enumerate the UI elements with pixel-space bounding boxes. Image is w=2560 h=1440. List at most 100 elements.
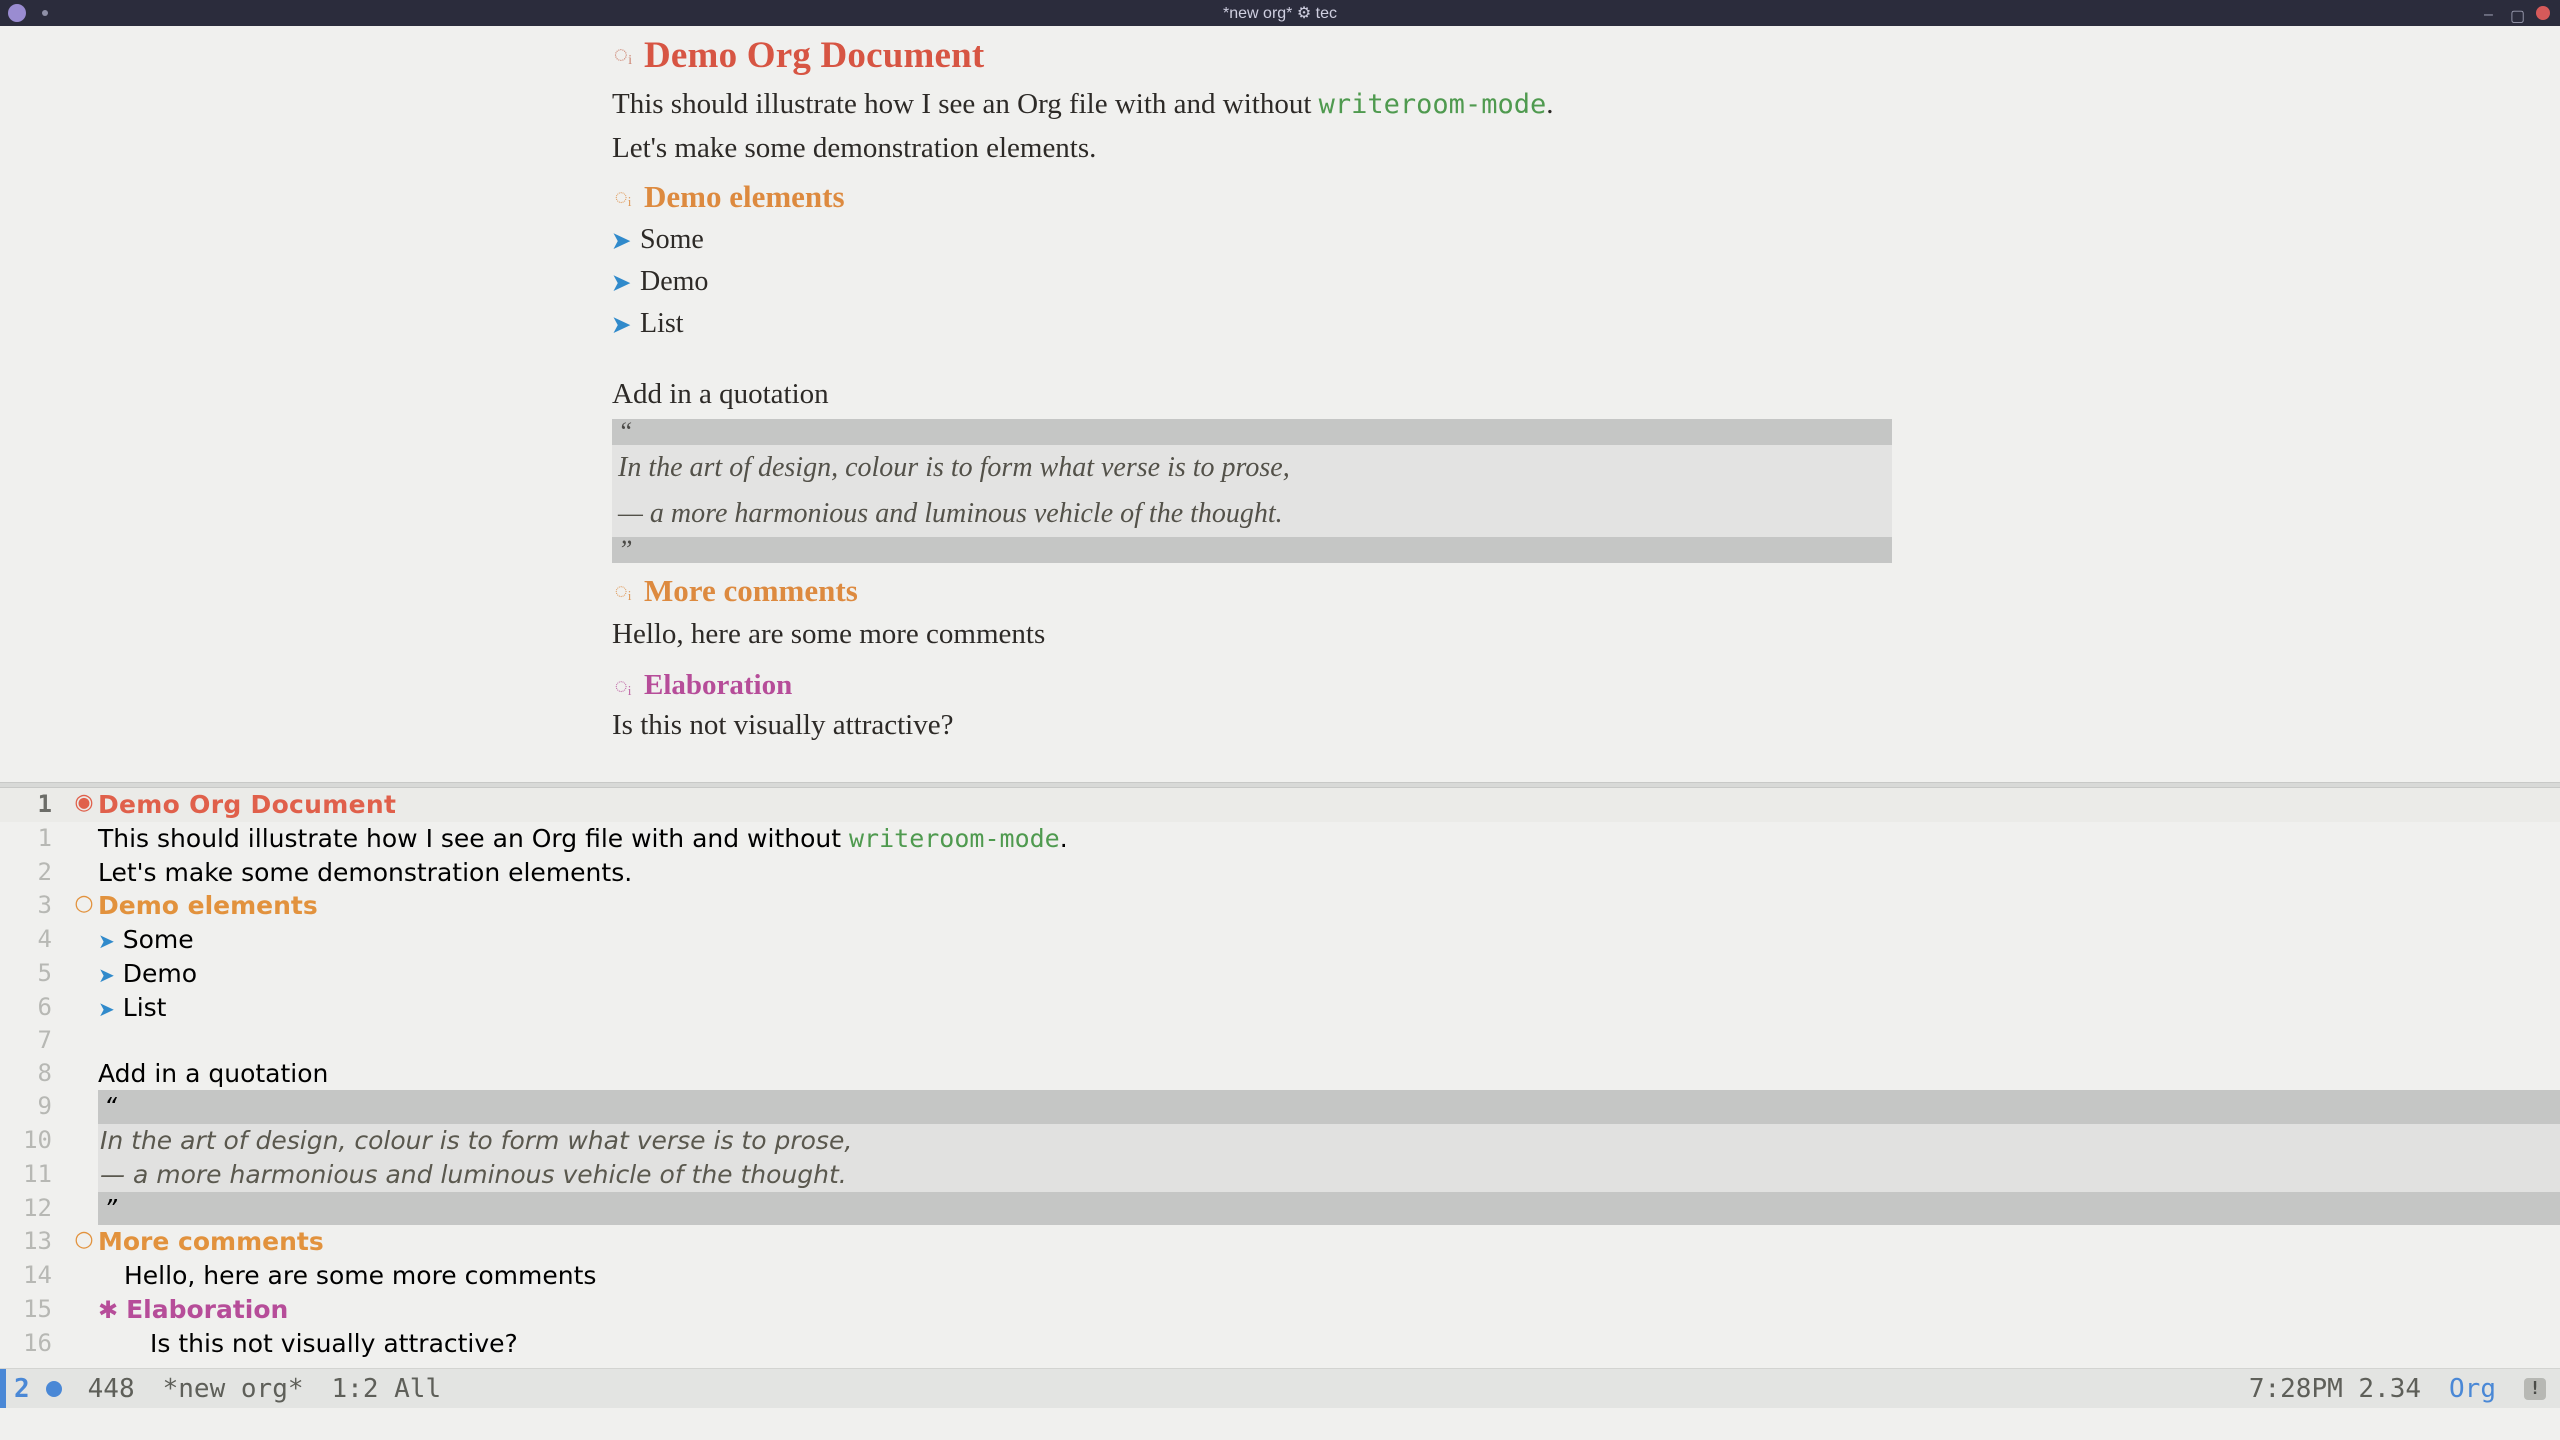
heading-1[interactable]: ◌ᵢ Demo Org Document [612,34,1892,77]
line-number: 1 [0,822,70,854]
list-item[interactable]: ➤List [612,303,1892,345]
minimize-button[interactable]: – [2484,6,2498,20]
window-titlebar: *new org* ⚙ tec – ▢ [0,0,2560,26]
window-title: *new org* ⚙ tec [0,3,2560,23]
modeline-position: 1:2 All [332,1374,442,1404]
emacs-app-icon [8,4,26,22]
modeline-time: 7:28PM 2.34 [2249,1374,2421,1404]
inline-code: writeroom-mode [1319,89,1547,120]
heading-2-text: Demo elements [644,179,845,215]
list-item-text: Some [640,219,704,261]
window-title-user: tec [1316,5,1337,22]
heading-2-text: More comments [644,573,858,609]
source-line[interactable]: 2 Let's make some demonstration elements… [0,856,2560,890]
line-number: 11 [0,1158,70,1190]
source-line[interactable]: 9 “ [0,1090,2560,1124]
line-number: 16 [0,1327,70,1359]
heading-2-bullet-icon: ◌ᵢ [612,184,634,210]
line-number: 10 [0,1124,70,1156]
heading-3-text: Elaboration [126,1295,288,1324]
source-line[interactable]: 13 ○ More comments [0,1225,2560,1259]
heading-3-elab[interactable]: ◌ᵢ Elaboration [612,669,1892,702]
line-content: Add in a quotation [98,1057,2560,1091]
line-content: This should illustrate how I see an Org … [98,822,2560,856]
intro-text-a: This should illustrate how I see an Org … [612,88,1319,120]
line-content: Let's make some demonstration elements. [98,856,2560,890]
quote-line-2: — a more harmonious and luminous vehicle… [612,491,1892,537]
heading-2-text: Demo elements [98,889,2560,923]
close-button[interactable] [2536,6,2550,20]
modeline-window-number: 2 [6,1374,46,1404]
heading-2-more[interactable]: ◌ᵢ More comments [612,573,1892,609]
modeline-buffer-name[interactable]: *new org* [163,1374,304,1404]
source-line[interactable]: 6 ➤List [0,991,2560,1025]
bullet-arrow-icon: ➤ [98,997,115,1021]
demo-list[interactable]: ➤ Some ➤ Demo ➤List [612,219,1892,345]
line-number: 13 [0,1225,70,1257]
elaboration-body[interactable]: Is this not visually attractive? [612,704,1892,746]
bullet-arrow-icon: ➤ [612,224,630,257]
line-content: Is this not visually attractive? [98,1327,2560,1361]
more-comments-body[interactable]: Hello, here are some more comments [612,613,1892,655]
heading-3-text: Elaboration [644,669,792,702]
line-number: 2 [0,856,70,888]
line-number: 12 [0,1192,70,1224]
modeline-major-mode[interactable]: Org [2449,1374,2496,1404]
line-number: 6 [0,991,70,1023]
source-line[interactable]: 16 Is this not visually attractive? [0,1327,2560,1361]
list-item-text: List [640,303,684,345]
inline-code: writeroom-mode [849,824,1060,853]
modeline[interactable]: 2 448 *new org* 1:2 All 7:28PM 2.34 Org … [0,1368,2560,1408]
paragraph-intro-2[interactable]: Let's make some demonstration elements. [612,127,1892,169]
heading-1-bullet-icon: ◌ᵢ [612,42,634,69]
writeroom-pane[interactable]: ◌ᵢ Demo Org Document This should illustr… [0,26,2560,782]
source-line[interactable]: 14 Hello, here are some more comments [0,1259,2560,1293]
modeline-char-count: 448 [88,1374,135,1404]
line-number: 7 [0,1024,70,1056]
window-title-buffer: *new org* [1223,5,1292,22]
line-number: 5 [0,957,70,989]
window-controls: – ▢ [2484,6,2560,20]
bullet-arrow-icon: ➤ [612,266,630,299]
heading-1-marker-icon: ◉ [70,788,98,818]
source-line[interactable]: 10 In the art of design, colour is to fo… [0,1124,2560,1158]
source-line[interactable]: 1 ◉ Demo Org Document [0,788,2560,822]
heading-2-bullet-icon: ◌ᵢ [612,578,634,604]
source-line[interactable]: 8 Add in a quotation [0,1057,2560,1091]
list-item[interactable]: ➤ Demo [612,261,1892,303]
modeline-warning-icon[interactable]: ! [2524,1378,2546,1400]
maximize-button[interactable]: ▢ [2510,6,2524,20]
heading-1-text: Demo Org Document [98,788,2560,822]
source-line[interactable]: 12 ” [0,1192,2560,1226]
line-content: ➤List [98,991,2560,1025]
quote-block[interactable]: “ In the art of design, colour is to for… [612,419,1892,563]
line-number: 15 [0,1293,70,1325]
line-content: ➤Some [98,923,2560,957]
modeline-modified-icon [46,1381,62,1397]
source-line[interactable]: 3 ○ Demo elements [0,889,2560,923]
list-item-text: Demo [640,261,708,303]
intro-text-b: . [1546,88,1553,120]
source-line[interactable]: 11 — a more harmonious and luminous vehi… [0,1158,2560,1192]
source-line[interactable]: 15 ✱ Elaboration [0,1293,2560,1327]
heading-2-elements[interactable]: ◌ᵢ Demo elements [612,179,1892,215]
quote-intro[interactable]: Add in a quotation [612,373,1892,415]
source-line[interactable]: 4 ➤Some [0,923,2560,957]
source-pane[interactable]: 1 ◉ Demo Org Document 1 This should illu… [0,788,2560,1368]
source-line[interactable]: 7 [0,1024,2560,1056]
bullet-arrow-icon: ➤ [98,963,115,987]
paragraph-intro[interactable]: This should illustrate how I see an Org … [612,83,1892,125]
quote-body: In the art of design, colour is to form … [612,445,1892,537]
modified-dot-icon [42,10,48,16]
heading-3-marker-icon: ✱ [98,1296,118,1324]
source-line[interactable]: 5 ➤Demo [0,957,2560,991]
list-item[interactable]: ➤ Some [612,219,1892,261]
quote-line-1: In the art of design, colour is to form … [98,1124,2560,1158]
line-number: 8 [0,1057,70,1089]
line-number: 9 [0,1090,70,1122]
line-content: ➤Demo [98,957,2560,991]
source-line[interactable]: 1 This should illustrate how I see an Or… [0,822,2560,856]
minibuffer[interactable] [0,1408,2560,1440]
bullet-arrow-icon: ➤ [98,929,115,953]
quote-line-2: — a more harmonious and luminous vehicle… [98,1158,2560,1192]
